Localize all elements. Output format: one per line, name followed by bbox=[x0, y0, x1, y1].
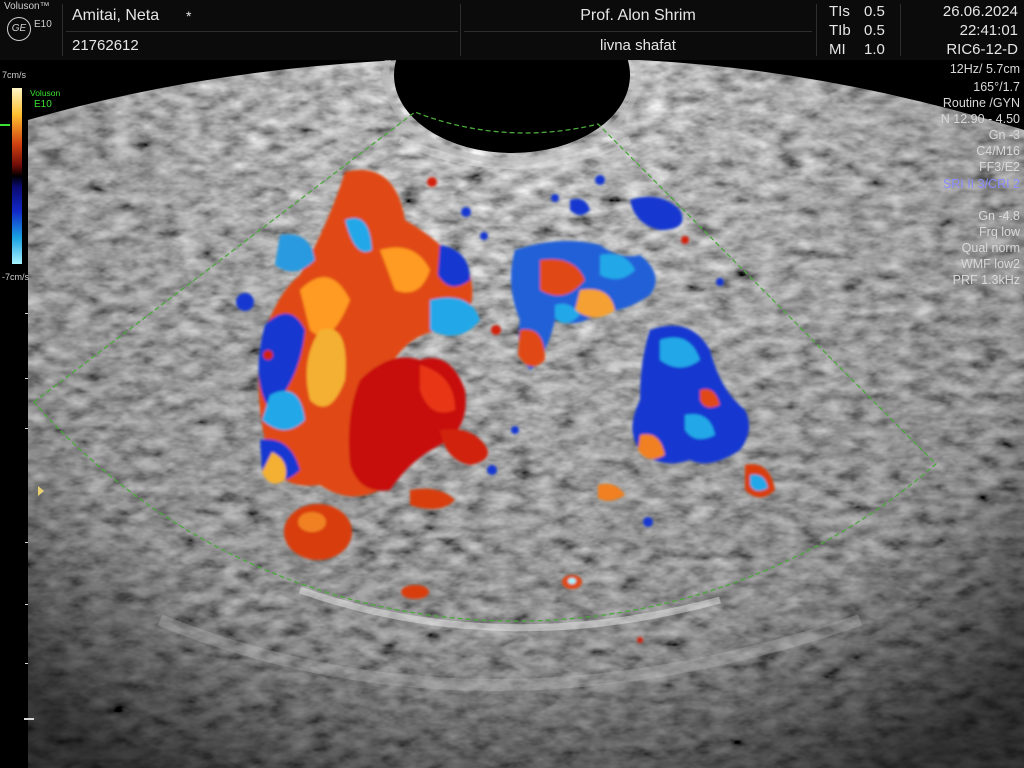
probe-name: RIC6-12-D bbox=[946, 41, 1018, 58]
ge-logo-icon: GE bbox=[7, 17, 31, 41]
scale-brand-label: Voluson bbox=[30, 88, 61, 98]
exam-date: 26.06.2024 bbox=[942, 3, 1018, 20]
scale-model-label: E10 bbox=[34, 99, 52, 110]
header-bar: Voluson™ GE E10 Amitai, Neta * 21762612 … bbox=[0, 0, 1024, 60]
param-frequency-range: N 12.90 - 4.50 bbox=[940, 112, 1020, 126]
index-value: 1.0 bbox=[864, 41, 885, 58]
patient-id: 21762612 bbox=[72, 37, 139, 54]
param-prf: PRF 1.3kHz bbox=[952, 273, 1020, 287]
param-frame-filter: FF3/E2 bbox=[979, 160, 1020, 174]
index-value: 0.5 bbox=[864, 22, 885, 39]
exam-time: 22:41:01 bbox=[959, 22, 1018, 39]
param-color-gain: Gn -4.8 bbox=[978, 209, 1020, 223]
index-label: TIs bbox=[829, 3, 850, 20]
institution-name: livna shafat bbox=[600, 37, 676, 54]
param-gain: Gn -3 bbox=[988, 128, 1020, 142]
param-color-frequency: Frq low bbox=[979, 225, 1020, 239]
param-frame-depth: 12Hz/ 5.7cm bbox=[949, 62, 1020, 76]
brand-name: Voluson™ bbox=[4, 1, 50, 12]
patient-name: Amitai, Neta bbox=[72, 7, 160, 24]
scale-min-label: -7cm/s bbox=[2, 272, 29, 282]
velocity-color-bar bbox=[12, 88, 22, 264]
ultrasound-image bbox=[24, 60, 1024, 768]
param-quality: Qual norm bbox=[961, 241, 1020, 255]
param-sri-cri: SRI II 3/CRI 2 bbox=[942, 177, 1020, 191]
patient-flag: * bbox=[186, 8, 192, 24]
divider bbox=[816, 4, 817, 56]
brand-block: Voluson™ GE E10 bbox=[0, 0, 62, 60]
scale-max-label: 7cm/s bbox=[2, 70, 27, 80]
index-value: 0.5 bbox=[864, 3, 885, 20]
divider bbox=[62, 4, 63, 56]
param-angle: 165°/1.7 bbox=[973, 80, 1020, 94]
divider bbox=[66, 31, 458, 32]
index-label: MI bbox=[829, 41, 846, 58]
param-preset: Routine /GYN bbox=[942, 96, 1020, 110]
divider bbox=[900, 4, 901, 56]
param-wall-filter: WMF low2 bbox=[960, 257, 1020, 271]
model-name: E10 bbox=[34, 19, 52, 30]
baseline-marker bbox=[0, 124, 10, 126]
physician-name: Prof. Alon Shrim bbox=[580, 7, 696, 24]
divider bbox=[464, 31, 812, 32]
index-label: TIb bbox=[829, 22, 851, 39]
param-contrast-map: C4/M16 bbox=[976, 144, 1020, 158]
ultrasound-image-area[interactable]: 7cm/s -7cm/s Voluson E10 12Hz/ 5.7cm 165… bbox=[0, 60, 1024, 768]
